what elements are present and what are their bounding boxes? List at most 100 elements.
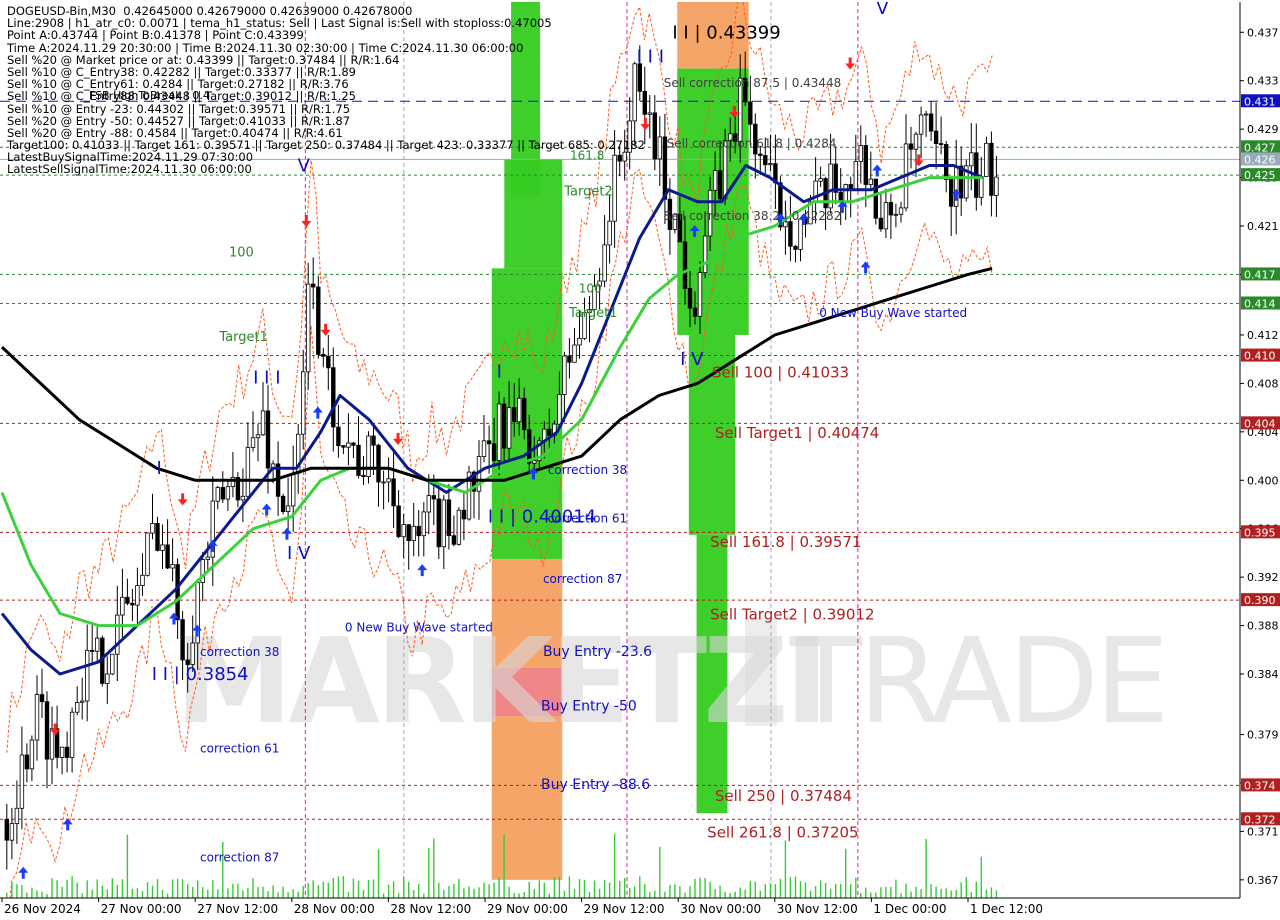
candle-body <box>572 344 577 363</box>
candle-body <box>532 460 537 464</box>
time-tick-label: 29 Nov 12:00 <box>584 902 665 916</box>
candle-body <box>165 544 170 569</box>
candle-body <box>105 673 110 684</box>
price-level-tag-label: 0.410 <box>1244 350 1276 363</box>
candle-body <box>4 818 9 841</box>
candle-body <box>522 397 527 431</box>
price-tick-label: 0.384 <box>1247 668 1279 681</box>
candle-body <box>305 283 311 373</box>
time-tick-label: 30 Nov 12:00 <box>777 902 858 916</box>
candle-body <box>260 410 266 436</box>
candle-body <box>49 728 55 760</box>
sell-arrow-icon <box>177 493 188 506</box>
chart-annotation: Target2 <box>563 185 613 200</box>
candle-body <box>868 178 873 185</box>
candle-body <box>416 525 421 537</box>
candle-body <box>285 505 291 512</box>
price-level-tag-label: 0.431 <box>1244 95 1276 108</box>
candle-body <box>125 596 130 604</box>
candle-body <box>712 170 718 191</box>
chart-annotation: I V <box>680 349 704 370</box>
time-tick-label: 27 Nov 12:00 <box>197 902 278 916</box>
candle-body <box>361 475 366 478</box>
candle-body <box>39 694 45 703</box>
price-level-tag-label: 0.426 <box>1244 153 1276 166</box>
chart-annotation: 0 New Buy Wave started <box>819 306 967 320</box>
candle-body <box>376 444 381 483</box>
candle-body <box>316 286 321 355</box>
candle-body <box>486 440 492 445</box>
price-level-tag-label: 0.372 <box>1244 813 1276 826</box>
candle-body <box>557 393 562 425</box>
candle-body <box>341 445 346 448</box>
candle-body <box>155 523 160 551</box>
candle-body <box>19 754 25 809</box>
candle-body <box>9 823 15 841</box>
chart-annotation: Target1 <box>568 306 618 321</box>
candle-body <box>24 754 30 770</box>
candle-body <box>873 178 878 219</box>
candle-body <box>115 614 120 655</box>
buy-arrow-icon <box>872 164 883 177</box>
candle-body <box>949 179 954 207</box>
candle-body <box>135 585 140 606</box>
candle-body <box>95 637 100 652</box>
candle-body <box>496 403 502 461</box>
candle-body <box>426 495 431 513</box>
price-tick-label: 0.433 <box>1247 75 1279 88</box>
candle-body <box>150 523 155 534</box>
buy-arrow-icon <box>417 564 428 577</box>
candle-body <box>290 472 296 507</box>
chart-annotation: correction 38 <box>548 463 627 477</box>
chart-annotation: I <box>157 458 162 479</box>
chart-annotation: 100 <box>579 282 602 296</box>
candle-body <box>878 217 884 230</box>
price-tick-label: 0.400 <box>1247 474 1279 487</box>
candle-body <box>230 476 236 487</box>
candle-body <box>326 355 331 369</box>
candle-body <box>170 564 175 569</box>
candle-body <box>336 426 341 447</box>
candle-body <box>401 524 406 538</box>
candle-body <box>863 145 868 185</box>
candle-body <box>80 700 85 703</box>
price-tick-label: 0.429 <box>1247 123 1279 136</box>
candle-body <box>225 486 231 500</box>
price-tick-label: 0.421 <box>1247 220 1279 233</box>
time-tick-label: 28 Nov 00:00 <box>294 902 375 916</box>
candle-body <box>34 694 40 741</box>
price-level-tag-label: 0.374 <box>1244 779 1276 792</box>
candle-body <box>145 532 150 576</box>
chart-annotation: I V <box>287 543 311 564</box>
candle-body <box>923 113 929 116</box>
candle-body <box>758 153 763 156</box>
candle-body <box>205 556 210 560</box>
time-tick-label: 1 Dec 00:00 <box>873 902 946 916</box>
candle-body <box>913 133 919 150</box>
candle-body <box>160 544 165 551</box>
candle-body <box>110 653 115 675</box>
sell-arrow-icon <box>913 154 924 167</box>
chart-annotation: I I I <box>253 367 280 388</box>
candle-body <box>215 487 220 502</box>
candle-body <box>652 112 657 160</box>
watermark-bar <box>745 618 777 726</box>
sell-arrow-icon <box>320 323 331 336</box>
time-tick-label: 1 Dec 12:00 <box>970 902 1043 916</box>
candle-body <box>908 143 914 150</box>
candle-body <box>120 596 125 616</box>
candle-body <box>818 178 823 182</box>
candle-body <box>567 355 572 363</box>
candle-body <box>310 283 316 288</box>
chart-annotation: correction 61 <box>548 512 627 526</box>
price-tick-label: 0.367 <box>1247 874 1279 887</box>
candle-body <box>883 202 889 230</box>
candle-body <box>763 155 768 166</box>
sell-arrow-icon <box>393 432 404 445</box>
candle-body <box>527 429 532 464</box>
price-level-tag-label: 0.414 <box>1244 297 1276 310</box>
time-tick-label: 26 Nov 2024 <box>4 902 81 916</box>
candle-body <box>441 499 446 548</box>
candle-body <box>788 221 793 247</box>
candle-body <box>64 746 70 758</box>
